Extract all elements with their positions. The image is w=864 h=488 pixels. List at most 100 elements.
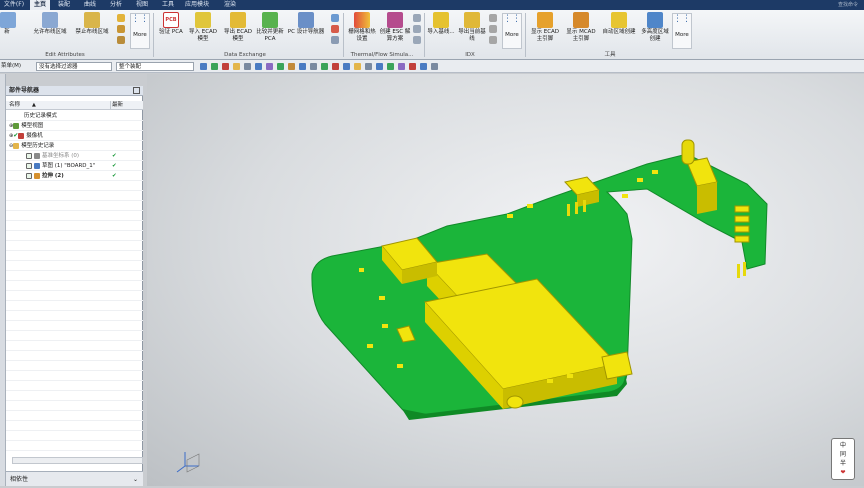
import-baseline-button[interactable]: 导入基线... bbox=[426, 12, 456, 36]
empty-row bbox=[6, 321, 143, 331]
toolbar-tool-icon[interactable] bbox=[244, 63, 251, 70]
tool-icon-c[interactable] bbox=[331, 36, 339, 44]
pc-nav-button[interactable]: PC 设计导航器 bbox=[285, 12, 327, 36]
new-icon bbox=[0, 12, 16, 28]
allow-board-button[interactable]: 允许布线区域 bbox=[30, 12, 70, 36]
toolbar-tool-icon[interactable] bbox=[266, 63, 273, 70]
tab-home[interactable]: 主页 bbox=[30, 0, 50, 10]
empty-row bbox=[6, 311, 143, 321]
toolbar-tool-icon[interactable] bbox=[332, 63, 339, 70]
tree-row[interactable]: ⊕ 模型视图 bbox=[6, 121, 143, 131]
pcb-model bbox=[176, 139, 768, 473]
import-icon bbox=[195, 12, 211, 28]
tree-row[interactable]: 历史记录模式 bbox=[6, 111, 143, 121]
toolbar-tool-icon[interactable] bbox=[387, 63, 394, 70]
multi-height-button[interactable]: 多高度区域创建 bbox=[640, 12, 670, 42]
tab-tools[interactable]: 工具 bbox=[158, 0, 178, 10]
empty-row bbox=[6, 411, 143, 421]
tool-icon-e[interactable] bbox=[413, 25, 421, 33]
tool-icon-a[interactable] bbox=[331, 14, 339, 22]
tab-curve[interactable]: 曲线 bbox=[80, 0, 100, 10]
toolbar-tool-icon[interactable] bbox=[354, 63, 361, 70]
toolbar-tool-icon[interactable] bbox=[255, 63, 262, 70]
filter-select[interactable]: 没有选择过滤器 bbox=[36, 62, 112, 71]
toolbar-tool-icon[interactable] bbox=[376, 63, 383, 70]
region-auto-icon bbox=[611, 12, 627, 28]
edit-attr2-icon[interactable] bbox=[117, 25, 125, 33]
tree-row[interactable]: 拉伸 (2) ✔ bbox=[6, 171, 143, 181]
mcad-pin-icon bbox=[573, 12, 589, 28]
tab-analysis[interactable]: 分析 bbox=[106, 0, 126, 10]
auto-region-button[interactable]: 自动区域创建 bbox=[600, 12, 638, 36]
toolbar-tool-icon[interactable] bbox=[288, 63, 295, 70]
more-button-1[interactable]: ⋮⋮ More bbox=[130, 13, 150, 49]
empty-row bbox=[6, 221, 143, 231]
command-search[interactable]: 查找命令 bbox=[798, 1, 858, 9]
export-baseline-button[interactable]: 导出当前基线 bbox=[458, 12, 486, 42]
tool-icon-b[interactable] bbox=[331, 25, 339, 33]
toolbar-tool-icon[interactable] bbox=[365, 63, 372, 70]
forbid-board-button[interactable]: 禁止布线区域 bbox=[72, 12, 112, 36]
toolbar-tool-icon[interactable] bbox=[398, 63, 405, 70]
checkbox-icon[interactable] bbox=[26, 172, 32, 179]
menu-button[interactable]: 菜单(M) bbox=[1, 62, 21, 71]
tool-icon-g[interactable] bbox=[489, 14, 497, 22]
tool-icon-d[interactable] bbox=[413, 14, 421, 22]
show-mcad-button[interactable]: 显示 MCAD 主引脚 bbox=[564, 12, 598, 42]
edit-attr-icon[interactable] bbox=[117, 14, 125, 22]
toolbar-tool-icon[interactable] bbox=[343, 63, 350, 70]
tool-icon-i[interactable] bbox=[489, 36, 497, 44]
solver-icon bbox=[387, 12, 403, 28]
tree-row[interactable]: ⊖ 模型历史记录 bbox=[6, 141, 143, 151]
compare-update-button[interactable]: 比较并更新 PCA bbox=[256, 12, 284, 42]
tree-row[interactable]: 基准坐标系 (0) ✔ bbox=[6, 151, 143, 161]
toolbar-tool-icon[interactable] bbox=[233, 63, 240, 70]
new-button[interactable]: 新 bbox=[0, 12, 16, 36]
column-latest[interactable]: 最新 bbox=[112, 101, 123, 110]
toolbar-tool-icon[interactable] bbox=[420, 63, 427, 70]
dependencies-panel[interactable]: 相依性 ⌄ bbox=[6, 471, 143, 486]
toolbar-tool-icon[interactable] bbox=[431, 63, 438, 70]
tree-row[interactable]: 草图 (1) "BOARD_1" ✔ bbox=[6, 161, 143, 171]
tab-assembly[interactable]: 装配 bbox=[54, 0, 74, 10]
mesh-thermal-button[interactable]: 栅网格和热设置 bbox=[346, 12, 378, 42]
toolbar-tool-icon[interactable] bbox=[299, 63, 306, 70]
toolbar-tool-icon[interactable] bbox=[277, 63, 284, 70]
export-ecad-button[interactable]: 导出 ECAD 模型 bbox=[221, 12, 255, 42]
more-button-3[interactable]: ⋮⋮ More bbox=[672, 13, 692, 49]
pcb-icon: PCB bbox=[163, 12, 179, 28]
camera-icon bbox=[18, 132, 25, 139]
create-esc-button[interactable]: 创建 ESC 解算方案 bbox=[378, 12, 412, 42]
toolbar-tool-icon[interactable] bbox=[200, 63, 207, 70]
import-ecad-button[interactable]: 导入 ECAD 模型 bbox=[186, 12, 220, 42]
empty-row bbox=[6, 361, 143, 371]
tab-render[interactable]: 渲染 bbox=[220, 0, 240, 10]
horizontal-scrollbar[interactable] bbox=[12, 457, 143, 464]
assembly-scope-select[interactable]: 整个装配 bbox=[116, 62, 194, 71]
show-ecad-button[interactable]: 显示 ECAD 主引脚 bbox=[528, 12, 562, 42]
file-menu[interactable]: 文件(F) bbox=[0, 0, 28, 10]
empty-row bbox=[6, 331, 143, 341]
checkbox-icon[interactable] bbox=[26, 162, 32, 169]
toolbar-tool-icon[interactable] bbox=[211, 63, 218, 70]
verify-pca-button[interactable]: PCB 验证 PCA bbox=[156, 12, 186, 36]
tool-icon-h[interactable] bbox=[489, 25, 497, 33]
graphics-window[interactable] bbox=[147, 74, 864, 486]
tool-icon-f[interactable] bbox=[413, 36, 421, 44]
toolbar-tool-icon[interactable] bbox=[222, 63, 229, 70]
baseline-export-icon bbox=[464, 12, 480, 28]
checkbox-icon[interactable] bbox=[26, 152, 32, 159]
column-name[interactable]: 名称 bbox=[9, 101, 20, 110]
edit-attr3-icon[interactable] bbox=[117, 36, 125, 44]
chevron-down-icon[interactable]: ⌄ bbox=[133, 472, 138, 487]
tab-view[interactable]: 视图 bbox=[132, 0, 152, 10]
toolbar-tool-icon[interactable] bbox=[409, 63, 416, 70]
toolbar-tool-icon[interactable] bbox=[310, 63, 317, 70]
title-bar: 文件(F) 主页 装配 曲线 分析 视图 工具 应用模块 渲染 查找命令 bbox=[0, 0, 864, 10]
maximize-icon[interactable] bbox=[133, 87, 140, 94]
tab-app-modules[interactable]: 应用模块 bbox=[182, 0, 212, 10]
toolbar-tool-icon[interactable] bbox=[321, 63, 328, 70]
view-folder-icon bbox=[13, 122, 20, 129]
more-button-2[interactable]: ⋮⋮ More bbox=[502, 13, 522, 49]
tree-row[interactable]: ⊕✔ 摄像机 bbox=[6, 131, 143, 141]
